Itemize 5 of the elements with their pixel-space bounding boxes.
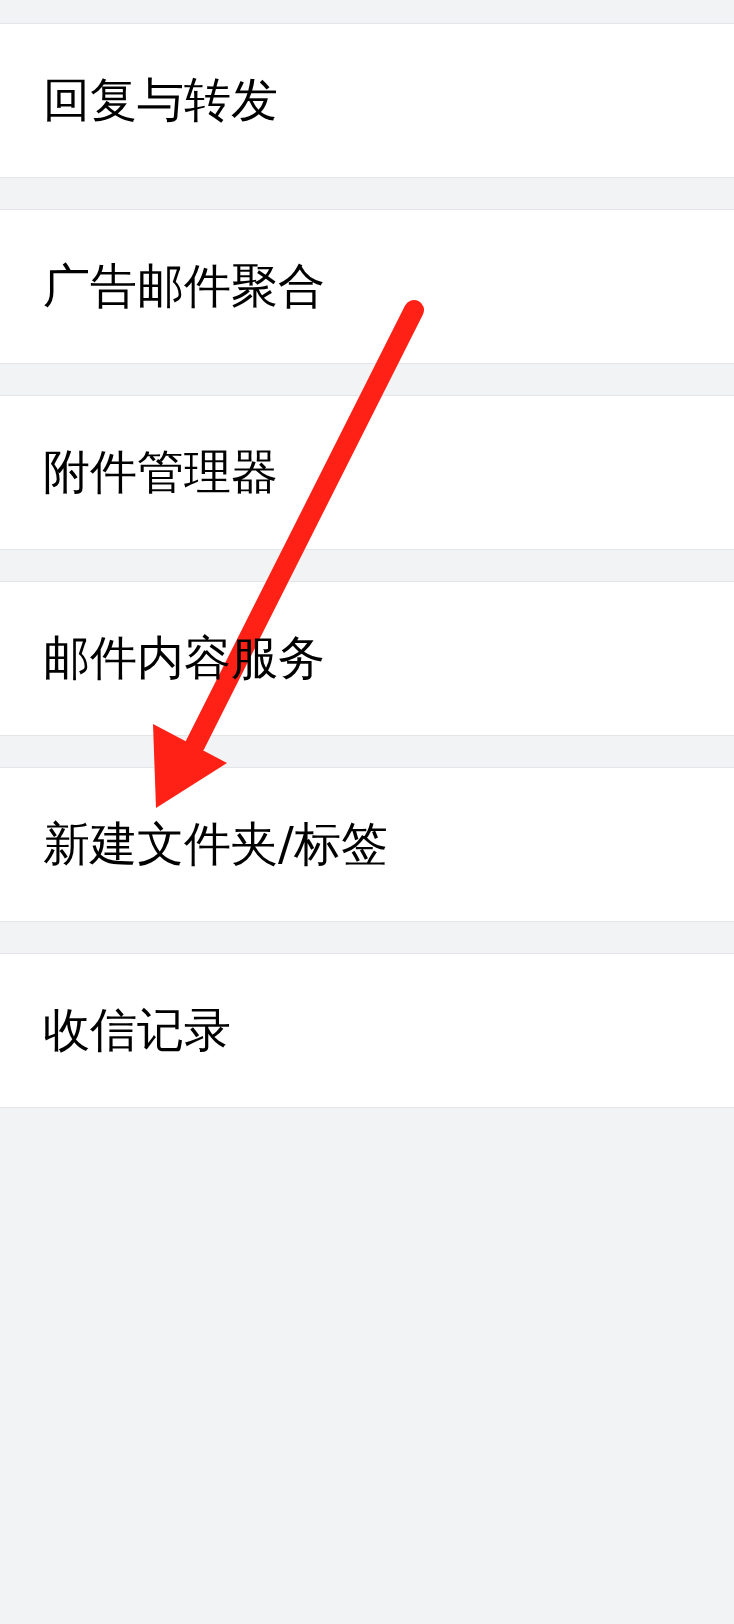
menu-item[interactable]: 广告邮件聚合 bbox=[0, 209, 734, 364]
menu-item[interactable]: 回复与转发 bbox=[0, 23, 734, 178]
menu-item[interactable]: 收信记录 bbox=[0, 953, 734, 1108]
menu-item[interactable]: 新建文件夹/标签 bbox=[0, 767, 734, 922]
menu-item[interactable]: 附件管理器 bbox=[0, 395, 734, 550]
